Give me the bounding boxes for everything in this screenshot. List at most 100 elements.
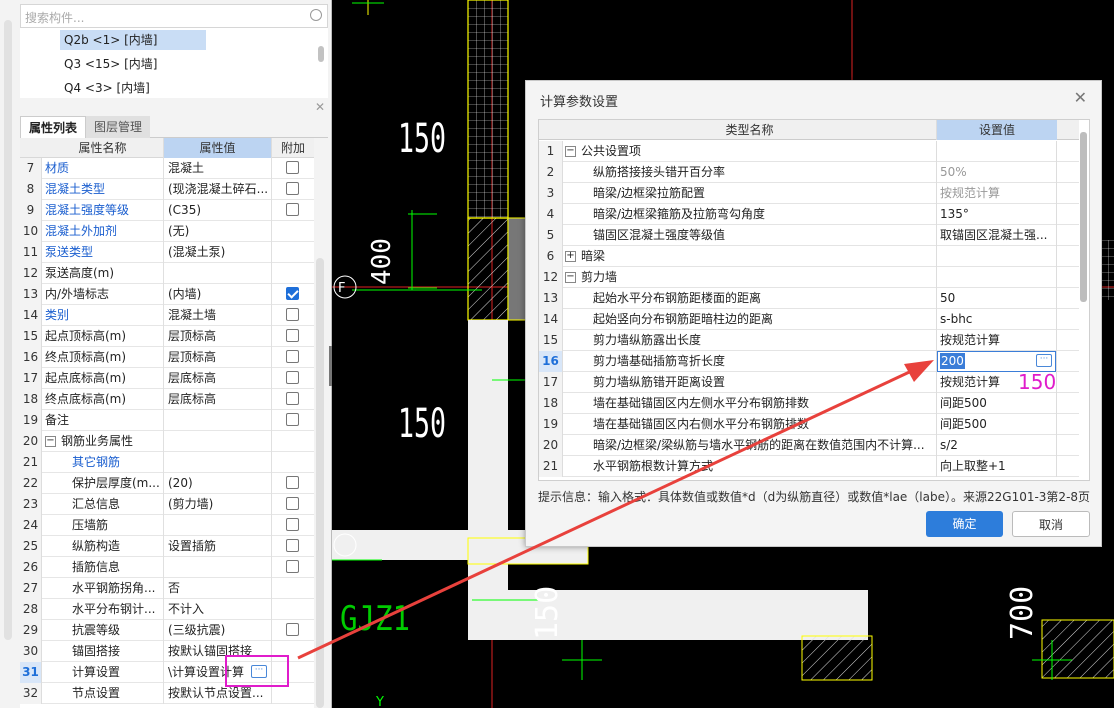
property-value[interactable] (164, 410, 272, 431)
setting-value[interactable]: 135° (937, 204, 1057, 225)
tab-layer-management[interactable]: 图层管理 (86, 116, 151, 138)
settings-row[interactable]: 16 剪力墙基础插筋弯折长度 200 ··· (539, 351, 1079, 372)
property-row[interactable]: 24 压墙筋 (20, 515, 314, 536)
settings-row[interactable]: 5 锚固区混凝土强度等级值 取锚固区混凝土强... (539, 225, 1079, 246)
setting-value[interactable]: 200 ··· (937, 351, 1057, 372)
settings-row[interactable]: 14 起始竖向分布钢筋距暗柱边的距离 s-bhc (539, 309, 1079, 330)
extra-checkbox[interactable] (286, 539, 299, 552)
settings-row[interactable]: 13 起始水平分布钢筋距楼面的距离 50 (539, 288, 1079, 309)
extra-checkbox[interactable] (286, 518, 299, 531)
property-row[interactable]: 30 锚固搭接 按默认锚固搭接 (20, 641, 314, 662)
tree-scrollbar[interactable] (318, 46, 324, 62)
expand-icon[interactable]: + (565, 251, 576, 262)
search-icon[interactable] (310, 9, 322, 21)
property-value[interactable]: (三级抗震) (164, 620, 272, 641)
settings-row[interactable]: 4 暗梁/边框梁箍筋及拉筋弯勾角度 135° (539, 204, 1079, 225)
property-value[interactable]: 层底标高 (164, 389, 272, 410)
tree-item[interactable]: Q3 <15> [内墙] (60, 54, 206, 74)
property-row[interactable]: 31 计算设置 \计算设置计算 ··· (20, 662, 314, 683)
property-row[interactable]: 26 插筋信息 (20, 557, 314, 578)
settings-row[interactable]: 17 剪力墙纵筋错开距离设置 按规范计算 (539, 372, 1079, 393)
property-value[interactable] (164, 431, 272, 452)
settings-row[interactable]: 3 暗梁/边框梁拉筋配置 按规范计算 (539, 183, 1079, 204)
property-value[interactable]: \计算设置计算 ··· (164, 662, 272, 683)
settings-row[interactable]: 18 墙在基础锚固区内左侧水平分布钢筋排数 间距500 (539, 393, 1079, 414)
extra-checkbox[interactable] (286, 560, 299, 573)
settings-row[interactable]: 21 水平钢筋根数计算方式 向上取整+1 (539, 456, 1079, 477)
settings-row[interactable]: 19 墙在基础锚固区内右侧水平分布钢筋排数 间距500 (539, 414, 1079, 435)
setting-value-input[interactable]: 200 ··· (937, 351, 1056, 372)
more-options-icon[interactable]: ··· (1036, 354, 1052, 367)
property-value[interactable]: 混凝土 (164, 158, 272, 179)
setting-value[interactable]: s/2 (937, 435, 1057, 456)
property-row[interactable]: 28 水平分布钢计... 不计入 (20, 599, 314, 620)
property-value[interactable]: 按默认节点设置... (164, 683, 272, 704)
extra-checkbox[interactable] (286, 287, 299, 300)
setting-value[interactable]: 50% (937, 162, 1057, 183)
settings-row[interactable]: 20 暗梁/边框梁/梁纵筋与墙水平钢筋的距离在数值范围内不计算... s/2 (539, 435, 1079, 456)
property-value[interactable]: (无) (164, 221, 272, 242)
more-options-icon[interactable]: ··· (251, 665, 267, 678)
property-value[interactable] (164, 515, 272, 536)
property-row[interactable]: 13 内/外墙标志 (内墙) (20, 284, 314, 305)
property-value[interactable]: (现浇混凝土碎石... (164, 179, 272, 200)
tab-property-list[interactable]: 属性列表 (20, 116, 87, 138)
extra-checkbox[interactable] (286, 476, 299, 489)
extra-checkbox[interactable] (286, 392, 299, 405)
property-value[interactable] (164, 263, 272, 284)
settings-row[interactable]: 2 纵筋搭接接头错开百分率 50% (539, 162, 1079, 183)
property-row[interactable]: 7 材质 混凝土 (20, 158, 314, 179)
property-value[interactable]: (混凝土泵) (164, 242, 272, 263)
property-value[interactable] (164, 452, 272, 473)
close-icon[interactable]: ✕ (315, 100, 325, 114)
setting-value[interactable]: 间距500 (937, 414, 1057, 435)
cancel-button[interactable]: 取消 (1012, 511, 1090, 537)
property-row[interactable]: 20− 钢筋业务属性 (20, 431, 314, 452)
property-value[interactable]: (剪力墙) (164, 494, 272, 515)
property-row[interactable]: 16 终点顶标高(m) 层顶标高 (20, 347, 314, 368)
setting-value[interactable]: 按规范计算 (937, 330, 1057, 351)
settings-row[interactable]: 12− 剪力墙 (539, 267, 1079, 288)
property-value[interactable]: 不计入 (164, 599, 272, 620)
setting-value[interactable]: 间距500 (937, 393, 1057, 414)
collapse-icon[interactable]: − (45, 436, 56, 447)
property-value[interactable]: 层顶标高 (164, 347, 272, 368)
property-row[interactable]: 17 起点底标高(m) 层底标高 (20, 368, 314, 389)
property-row[interactable]: 15 起点顶标高(m) 层顶标高 (20, 326, 314, 347)
property-value[interactable]: (C35) (164, 200, 272, 221)
property-row[interactable]: 22 保护层厚度(m... (20) (20, 473, 314, 494)
extra-checkbox[interactable] (286, 203, 299, 216)
property-row[interactable]: 14 类别 混凝土墙 (20, 305, 314, 326)
settings-grid-scrollbar[interactable] (1080, 132, 1087, 302)
property-row[interactable]: 10 混凝土外加剂 (无) (20, 221, 314, 242)
extra-checkbox[interactable] (286, 182, 299, 195)
collapse-icon[interactable]: − (565, 272, 576, 283)
property-row[interactable]: 19 备注 (20, 410, 314, 431)
property-row[interactable]: 11 泵送类型 (混凝土泵) (20, 242, 314, 263)
setting-value[interactable] (937, 141, 1057, 162)
property-row[interactable]: 29 抗震等级 (三级抗震) (20, 620, 314, 641)
property-row[interactable]: 9 混凝土强度等级 (C35) (20, 200, 314, 221)
property-scrollbar[interactable] (316, 258, 324, 708)
setting-value[interactable] (937, 246, 1057, 267)
property-value[interactable]: 否 (164, 578, 272, 599)
property-row[interactable]: 8 混凝土类型 (现浇混凝土碎石... (20, 179, 314, 200)
left-panel-scrollbar[interactable] (4, 20, 12, 640)
search-input[interactable]: 搜索构件... (20, 4, 328, 28)
property-value[interactable]: 层底标高 (164, 368, 272, 389)
extra-checkbox[interactable] (286, 413, 299, 426)
dialog-close-icon[interactable]: ✕ (1074, 88, 1087, 107)
setting-value[interactable]: s-bhc (937, 309, 1057, 330)
extra-checkbox[interactable] (286, 371, 299, 384)
tree-item[interactable]: Q4 <3> [内墙] (60, 78, 206, 98)
extra-checkbox[interactable] (286, 350, 299, 363)
property-row[interactable]: 21 其它钢筋 (20, 452, 314, 473)
setting-value[interactable]: 向上取整+1 (937, 456, 1057, 477)
ok-button[interactable]: 确定 (926, 511, 1003, 537)
extra-checkbox[interactable] (286, 308, 299, 321)
settings-row[interactable]: 1− 公共设置项 (539, 141, 1079, 162)
settings-row[interactable]: 6 + 暗梁 (539, 246, 1079, 267)
property-value[interactable]: (内墙) (164, 284, 272, 305)
setting-value[interactable] (937, 267, 1057, 288)
property-value[interactable]: 混凝土墙 (164, 305, 272, 326)
